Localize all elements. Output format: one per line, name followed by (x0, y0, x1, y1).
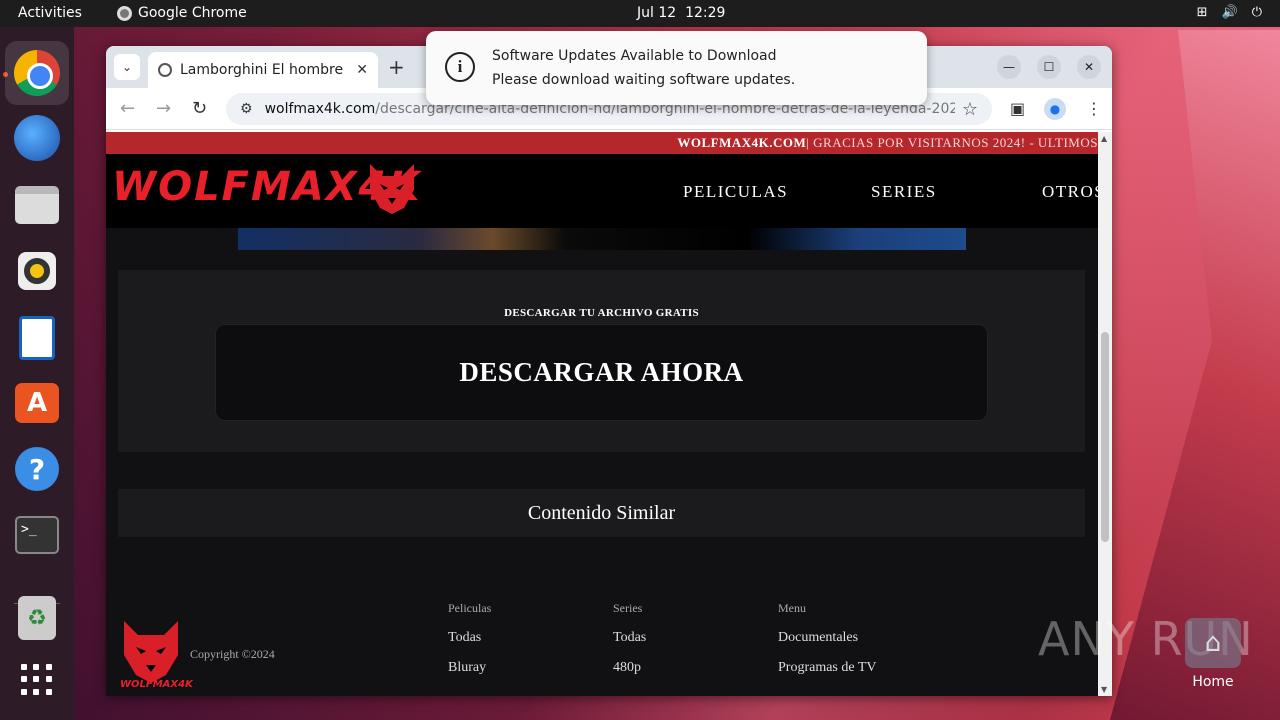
dock-rhythmbox[interactable] (12, 246, 62, 296)
dock-writer[interactable] (12, 313, 62, 363)
footer-column-series: Series Todas 480p (613, 601, 646, 690)
notification-body: Please download waiting software updates… (492, 72, 796, 88)
footer-link[interactable]: Todas (448, 630, 491, 646)
back-button[interactable]: ← (120, 98, 135, 119)
chrome-icon (117, 5, 132, 21)
volume-icon: 🔊 (1221, 5, 1238, 20)
site-header: WOLFMAX4K PELICULAS SERIES OTROS (106, 154, 1098, 228)
app-menu-label: Google Chrome (138, 5, 247, 21)
network-icon: ⊞ (1196, 5, 1208, 20)
clock[interactable]: Jul 12 12:29 (637, 5, 725, 21)
app-menu[interactable]: Google Chrome (117, 5, 247, 21)
download-label: DESCARGAR TU ARCHIVO GRATIS (504, 307, 699, 319)
top-bar: Activities Google Chrome Jul 12 12:29 ⊞ … (0, 0, 1280, 27)
notification-title: Software Updates Available to Download (492, 48, 777, 64)
footer-link[interactable]: 480p (613, 660, 646, 676)
footer-link[interactable]: Documentales (778, 630, 877, 646)
download-now-button[interactable]: DESCARGAR AHORA (215, 324, 988, 421)
scroll-down-arrow-icon[interactable]: ▼ (1101, 685, 1107, 694)
footer-column-peliculas: Peliculas Todas Bluray (448, 601, 491, 690)
web-page: WOLFMAX4K.COM | GRACIAS POR VISITARNOS 2… (106, 132, 1098, 696)
help-icon: ? (15, 447, 59, 491)
system-tray[interactable]: ⊞ 🔊 ⏻ (1197, 5, 1262, 20)
show-apps-button[interactable] (12, 655, 62, 705)
app-center-icon: A (15, 383, 59, 423)
bookmark-star-icon[interactable]: ☆ (962, 99, 978, 120)
home-folder-icon: ⌂ (1185, 618, 1241, 668)
chrome-window: ⌄ Lamborghini El hombre detrás de la ley… (106, 46, 1112, 696)
update-notification[interactable]: i Software Updates Available to Download… (426, 31, 927, 105)
scroll-thumb[interactable] (1101, 332, 1109, 542)
writer-icon (19, 316, 55, 360)
footer-logo-text: WOLFMAX4K (120, 679, 193, 690)
footer-link[interactable]: Programas de TV (778, 660, 877, 676)
power-icon: ⏻ (1251, 5, 1262, 20)
profile-avatar[interactable]: ● (1044, 98, 1066, 120)
new-tab-button[interactable]: + (388, 55, 405, 79)
ticker-brand: WOLFMAX4K.COM (677, 135, 807, 150)
kebab-menu-icon[interactable]: ⋮ (1086, 99, 1102, 118)
dock: A ? >_ ♻ (0, 27, 74, 720)
dock-terminal[interactable]: >_ (12, 510, 62, 560)
footer-heading: Series (613, 601, 643, 615)
files-icon (15, 186, 59, 224)
terminal-icon: >_ (15, 516, 59, 554)
clock-time: 12:29 (685, 5, 726, 21)
desktop-home-shortcut[interactable]: ⌂ Home (1180, 618, 1246, 690)
footer-column-menu: Menu Documentales Programas de TV (778, 601, 877, 690)
close-window-button[interactable]: ✕ (1077, 55, 1101, 79)
site-info-icon[interactable]: ⚙ (240, 101, 253, 117)
nav-series[interactable]: SERIES (871, 182, 937, 202)
similar-content-heading: Contenido Similar (118, 489, 1085, 537)
scroll-up-arrow-icon[interactable]: ▲ (1101, 134, 1107, 143)
forward-button[interactable]: → (156, 98, 171, 119)
rhythmbox-icon (18, 252, 56, 290)
nav-otros[interactable]: OTROS (1042, 182, 1098, 202)
copyright-text: Copyright ©2024 (190, 647, 275, 661)
footer-heading: Peliculas (448, 601, 492, 615)
dock-chrome[interactable] (5, 41, 69, 105)
dock-files[interactable] (12, 180, 62, 230)
trash-icon: ♻ (18, 596, 56, 640)
app-grid-icon (21, 664, 53, 696)
minimize-button[interactable]: — (997, 55, 1021, 79)
dock-app-center[interactable]: A (12, 378, 62, 428)
dock-trash[interactable]: ♻ (12, 593, 62, 643)
news-ticker: WOLFMAX4K.COM | GRACIAS POR VISITARNOS 2… (106, 132, 1098, 154)
tab-title: Lamborghini El hombre detrás de la leyen… (180, 62, 348, 78)
dock-thunderbird[interactable] (12, 113, 62, 163)
globe-icon (158, 63, 172, 77)
info-icon: i (445, 52, 475, 82)
tab-search-button[interactable]: ⌄ (114, 54, 140, 80)
dock-help[interactable]: ? (12, 444, 62, 494)
maximize-button[interactable]: ☐ (1037, 55, 1061, 79)
footer-heading: Menu (778, 601, 806, 615)
nav-peliculas[interactable]: PELICULAS (683, 182, 788, 202)
footer-link[interactable]: Todas (613, 630, 646, 646)
clock-date: Jul 12 (637, 5, 677, 21)
tab-active[interactable]: Lamborghini El hombre detrás de la leyen… (148, 52, 378, 88)
home-label: Home (1192, 674, 1234, 690)
side-panel-icon[interactable]: ▣ (1010, 99, 1025, 118)
activities-button[interactable]: Activities (18, 5, 82, 21)
wolf-logo-icon (370, 164, 414, 214)
close-tab-icon[interactable]: ✕ (356, 62, 368, 78)
reload-button[interactable]: ↻ (192, 98, 207, 119)
footer-link[interactable]: Bluray (448, 660, 491, 676)
download-panel: DESCARGAR TU ARCHIVO GRATIS DESCARGAR AH… (118, 270, 1085, 452)
chrome-icon (14, 50, 60, 96)
thunderbird-icon (14, 115, 60, 161)
ticker-text: | GRACIAS POR VISITARNOS 2024! - ULTIMOS (806, 135, 1098, 150)
ad-banner[interactable] (238, 228, 966, 250)
